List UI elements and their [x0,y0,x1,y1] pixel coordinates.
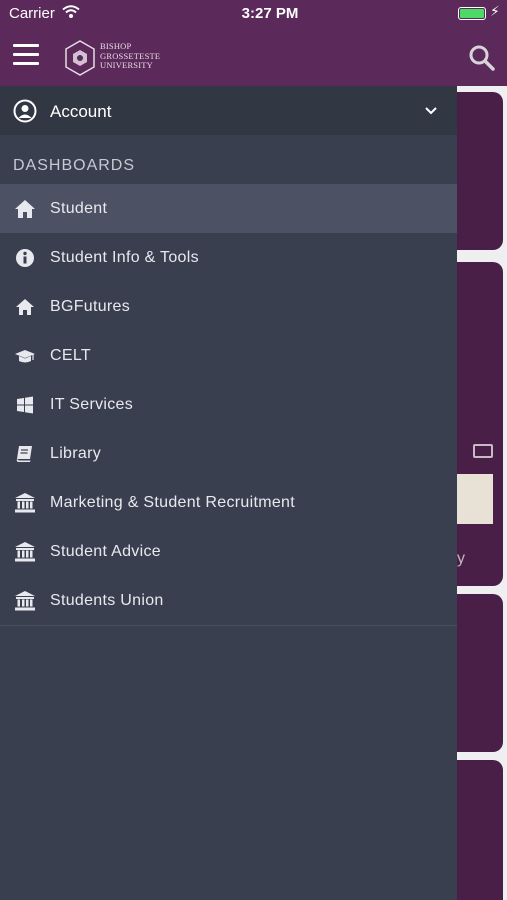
background-card[interactable] [457,92,503,250]
menu-item-library[interactable]: Library [0,429,457,478]
status-time: 3:27 PM [241,5,299,22]
menu-item-label: CELT [50,347,91,364]
menu-item-it-services[interactable]: IT Services [0,380,457,429]
institution-icon [15,493,35,513]
card-thumbnail [457,474,493,524]
search-icon[interactable] [468,44,496,72]
menu-item-label: Student [50,200,108,217]
background-card[interactable]: y [457,262,503,586]
menu-item-students-union[interactable]: Students Union [0,576,457,625]
menu-item-bgfutures[interactable]: BGFutures [0,282,457,331]
background-card[interactable] [457,760,503,900]
chevron-down-icon[interactable] [424,104,438,118]
dashboards-section-title: DASHBOARDS [13,157,136,174]
charging-icon: ⚡ [490,3,500,19]
menu-item-marketing-student-recruitment[interactable]: Marketing & Student Recruitment [0,478,457,527]
navigation-drawer: BISHOP GROSSETESTE UNIVERSITY Account DA… [0,0,457,900]
graduation-cap-icon [15,350,35,363]
background-card[interactable] [457,594,503,752]
institution-icon [15,591,35,611]
windows-icon [17,396,33,414]
background-content: y [457,86,507,900]
menu-item-label: Students Union [50,592,164,609]
menu-divider [0,625,457,626]
battery-icon [458,7,486,20]
home-icon [15,200,35,218]
photo-icon [473,444,493,458]
book-icon [16,446,32,462]
university-logo: BISHOP GROSSETESTE UNIVERSITY [64,40,174,76]
account-label: Account [50,102,112,121]
menu-icon[interactable] [13,44,39,66]
info-icon [16,249,34,267]
menu-item-label: Library [50,445,102,462]
menu-item-label: Marketing & Student Recruitment [50,494,295,511]
menu-item-label: Student Advice [50,543,161,560]
logo-text: BISHOP GROSSETESTE UNIVERSITY [100,41,161,70]
institution-icon [15,542,35,562]
menu-item-label: BGFutures [50,298,131,315]
home-icon [16,299,34,315]
menu-item-label: IT Services [50,396,134,413]
menu-item-celt[interactable]: CELT [0,331,457,380]
menu-item-student-advice[interactable]: Student Advice [0,527,457,576]
card-partial-text: y [457,550,465,567]
status-bar: Carrier 3:27 PM ⚡ [0,0,507,28]
crest-icon [65,40,95,76]
user-circle-icon [13,99,37,123]
menu-item-label: Student Info & Tools [50,249,199,266]
account-row[interactable]: Account [0,86,457,135]
menu-item-student-info-tools[interactable]: Student Info & Tools [0,233,457,282]
dashboard-menu: Student Student Info & Tools BGFutures C… [0,184,457,625]
menu-item-student[interactable]: Student [0,184,457,233]
